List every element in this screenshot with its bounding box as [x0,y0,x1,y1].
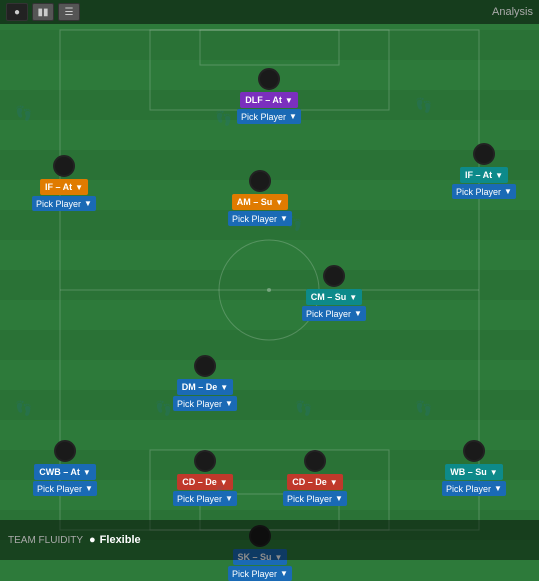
icon-button-1[interactable]: ● [6,3,28,21]
role-badge-cm[interactable]: CM – Su▼ [306,289,362,305]
foot-icon-7: 👣 [415,400,432,417]
pick-player-btn-dm[interactable]: Pick Player▼ [173,396,237,411]
role-badge-dm[interactable]: DM – De▼ [177,379,233,395]
pick-dropdown-arrow-sk: ▼ [280,569,288,578]
foot-icon-8: 👣 [215,485,232,502]
avatar-if-right [53,155,75,177]
analysis-link[interactable]: Analysis [492,6,533,18]
role-dropdown-arrow-cwb: ▼ [83,468,91,477]
pick-dropdown-arrow-if-right: ▼ [84,199,92,208]
role-dropdown-arrow-cm: ▼ [349,293,357,302]
role-badge-if-left[interactable]: IF – At▼ [460,167,508,183]
foot-icon-5: 👣 [155,400,172,417]
role-badge-am[interactable]: AM – Su▼ [232,194,288,210]
avatar-wb [463,440,485,462]
pick-dropdown-arrow-cm: ▼ [354,309,362,318]
pick-dropdown-arrow-if-left: ▼ [504,187,512,196]
avatar-cwb [54,440,76,462]
player-node-cwb: CWB – At▼Pick Player▼ [33,440,97,496]
foot-icon-3: 👣 [285,215,302,232]
foot-icon-0: 👣 [15,105,32,122]
pick-player-btn-cwb[interactable]: Pick Player▼ [33,481,97,496]
role-badge-cwb[interactable]: CWB – At▼ [34,464,96,480]
role-dropdown-arrow-wb: ▼ [490,468,498,477]
avatar-dm [194,355,216,377]
avatar-cd-left [194,450,216,472]
icon-button-3[interactable]: ☰ [58,3,80,21]
pick-player-btn-if-right[interactable]: Pick Player▼ [32,196,96,211]
role-dropdown-arrow-cd-right: ▼ [330,478,338,487]
foot-icon-4: 👣 [15,400,32,417]
pick-dropdown-arrow-dlf: ▼ [289,112,297,121]
role-dropdown-arrow-if-left: ▼ [495,171,503,180]
pick-player-btn-cm[interactable]: Pick Player▼ [302,306,366,321]
bottom-info-bar: TEAM FLUIDITY ● Flexible [0,520,539,560]
role-badge-dlf[interactable]: DLF – At▼ [240,92,298,108]
role-dropdown-arrow-dlf: ▼ [285,96,293,105]
role-dropdown-arrow-am: ▼ [275,198,283,207]
role-dropdown-arrow-dm: ▼ [220,383,228,392]
football-pitch: ● ▮▮ ☰ Analysis TEAM FLUIDITY ● Flexible… [0,0,539,560]
pick-player-btn-sk[interactable]: Pick Player▼ [228,566,292,581]
role-badge-wb[interactable]: WB – Su▼ [445,464,502,480]
role-badge-cd-right[interactable]: CD – De▼ [287,474,342,490]
player-node-if-right: IF – At▼Pick Player▼ [32,155,96,211]
player-node-if-left: IF – At▼Pick Player▼ [452,143,516,199]
flexible-value: Flexible [100,534,141,546]
pick-player-btn-wb[interactable]: Pick Player▼ [442,481,506,496]
top-toolbar: ● ▮▮ ☰ Analysis [0,0,539,24]
pick-dropdown-arrow-cd-right: ▼ [335,494,343,503]
player-node-am: AM – Su▼Pick Player▼ [228,170,292,226]
flexible-icon: ● [89,534,96,546]
foot-icon-6: 👣 [295,400,312,417]
pick-dropdown-arrow-wb: ▼ [494,484,502,493]
player-node-wb: WB – Su▼Pick Player▼ [442,440,506,496]
pick-player-btn-cd-right[interactable]: Pick Player▼ [283,491,347,506]
pick-player-btn-dlf[interactable]: Pick Player▼ [237,109,301,124]
avatar-cm [323,265,345,287]
player-node-dm: DM – De▼Pick Player▼ [173,355,237,411]
player-node-cm: CM – Su▼Pick Player▼ [302,265,366,321]
avatar-dlf [258,68,280,90]
player-node-dlf: DLF – At▼Pick Player▼ [237,68,301,124]
avatar-cd-right [304,450,326,472]
toolbar-icons: ● ▮▮ ☰ [0,3,86,21]
avatar-if-left [473,143,495,165]
role-dropdown-arrow-if-right: ▼ [75,183,83,192]
pick-player-btn-if-left[interactable]: Pick Player▼ [452,184,516,199]
avatar-am [249,170,271,192]
player-node-cd-right: CD – De▼Pick Player▼ [283,450,347,506]
pick-player-btn-am[interactable]: Pick Player▼ [228,211,292,226]
pick-dropdown-arrow-dm: ▼ [225,399,233,408]
pick-dropdown-arrow-cwb: ▼ [85,484,93,493]
icon-button-2[interactable]: ▮▮ [32,3,54,21]
foot-icon-1: 👣 [215,110,232,127]
role-badge-if-right[interactable]: IF – At▼ [40,179,88,195]
foot-icon-2: 👣 [415,97,432,114]
team-fluidity-label: TEAM FLUIDITY [8,535,83,546]
